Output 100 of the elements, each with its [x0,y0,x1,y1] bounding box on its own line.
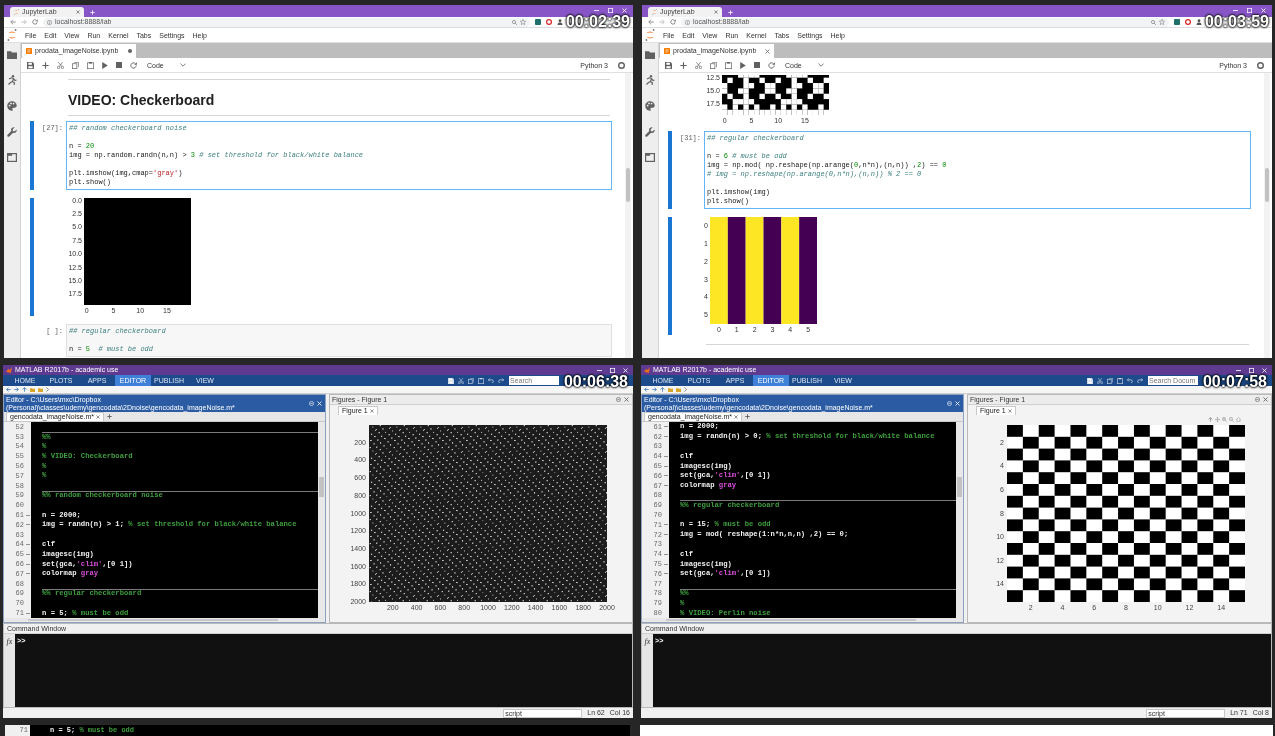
scrollbar-thumb[interactable] [28,619,278,621]
back-arrow-icon[interactable] [648,19,654,25]
dash-icon[interactable] [26,563,30,565]
move-arrows-icon[interactable] [1215,417,1220,422]
folder-icon[interactable] [7,51,17,59]
palette-icon[interactable] [645,101,655,111]
scissors-icon[interactable] [57,61,64,69]
code-editor[interactable] [669,422,956,618]
clipboard-icon[interactable] [87,61,94,69]
save-icon[interactable] [27,61,34,69]
dash-icon[interactable] [664,485,668,487]
cell-collapser[interactable] [30,198,34,316]
maximize-icon[interactable] [608,8,613,13]
dash-icon[interactable] [664,563,668,565]
chevron-icon[interactable] [684,387,687,392]
dash-icon[interactable] [26,553,30,555]
maximize-icon[interactable] [1249,367,1254,373]
dash-icon[interactable] [26,612,30,614]
maximize-icon[interactable] [610,367,615,373]
copy-icon[interactable] [710,61,717,69]
copy-icon[interactable] [72,61,79,69]
undo-icon[interactable] [1127,378,1133,383]
scissors-icon[interactable] [1097,377,1103,384]
play-icon[interactable] [740,61,746,69]
square-icon[interactable] [535,19,541,25]
dash-icon[interactable] [664,534,668,536]
close-icon[interactable] [734,415,739,419]
forward-arrow-icon[interactable] [14,387,19,392]
forward-arrow-icon[interactable] [652,387,657,392]
ring-icon[interactable] [546,19,552,25]
forward-arrow-icon[interactable] [21,19,27,25]
close-icon[interactable] [76,10,80,14]
minus-circle-icon[interactable] [1255,397,1260,402]
minus-circle-icon[interactable] [616,397,621,402]
palette-icon[interactable] [7,101,17,111]
zoom-out-icon[interactable] [1229,417,1234,422]
close-icon[interactable] [1263,397,1268,402]
maximize-icon[interactable] [1247,8,1252,13]
redo-icon[interactable] [498,378,504,383]
back-arrow-icon[interactable] [6,387,11,392]
undo-icon[interactable] [488,378,494,383]
cell-collapser[interactable] [668,131,672,210]
up-arrow-icon[interactable] [1208,417,1213,422]
star-icon[interactable] [1159,19,1165,25]
function-browser-button[interactable]: fx [4,634,15,707]
scrollbar-thumb[interactable] [666,619,916,621]
close-icon[interactable] [369,409,374,413]
search-icon[interactable] [512,19,517,25]
star-icon[interactable] [520,19,526,25]
reload-icon[interactable] [670,19,676,25]
dash-icon[interactable] [664,553,668,555]
window-icon[interactable] [7,153,17,162]
dash-icon[interactable] [664,455,668,457]
person-icon[interactable] [557,19,563,25]
save-icon[interactable] [448,377,454,384]
info-icon[interactable] [47,19,52,25]
dash-icon[interactable] [26,514,30,516]
folder-icon[interactable] [645,51,655,59]
forward-arrow-icon[interactable] [659,19,665,25]
close-icon[interactable] [96,415,101,419]
plus-icon[interactable] [680,61,687,69]
function-browser-button[interactable]: fx [642,634,653,707]
dash-icon[interactable] [664,573,668,575]
scrollbar-thumb[interactable] [1265,168,1269,202]
plus-icon[interactable] [107,414,113,419]
dash-icon[interactable] [26,543,30,545]
save-icon[interactable] [665,61,672,69]
cell-collapser[interactable] [30,121,34,190]
minimize-icon[interactable] [597,369,602,371]
chevron-icon[interactable] [46,387,49,392]
close-icon[interactable] [624,397,629,402]
wrench-icon[interactable] [645,127,655,137]
dash-icon[interactable] [26,524,30,526]
zoom-in-icon[interactable] [1222,417,1227,422]
wrench-icon[interactable] [7,127,17,137]
back-arrow-icon[interactable] [644,387,649,392]
back-arrow-icon[interactable] [10,19,16,25]
restart-icon[interactable] [768,61,775,69]
dash-icon[interactable] [664,475,668,477]
reload-icon[interactable] [32,19,38,25]
ring-icon[interactable] [1185,19,1191,25]
clipboard-icon[interactable] [725,61,732,69]
play-icon[interactable] [102,61,108,69]
dash-icon[interactable] [26,573,30,575]
dash-icon[interactable] [664,426,668,428]
search-icon[interactable] [1151,19,1156,25]
up-arrow-icon[interactable] [660,387,665,392]
up-arrow-icon[interactable] [22,387,27,392]
running-figure-icon[interactable] [7,75,17,85]
dash-icon[interactable] [664,465,668,467]
running-figure-icon[interactable] [645,75,655,85]
scrollbar-thumb[interactable] [319,477,324,497]
scissors-icon[interactable] [695,61,702,69]
plus-icon[interactable] [42,61,49,69]
scrollbar-thumb[interactable] [626,168,630,202]
close-icon[interactable] [714,10,718,14]
person-icon[interactable] [1196,19,1202,25]
redo-icon[interactable] [1137,378,1143,383]
scissors-icon[interactable] [458,377,464,384]
plus-icon[interactable] [745,414,751,419]
